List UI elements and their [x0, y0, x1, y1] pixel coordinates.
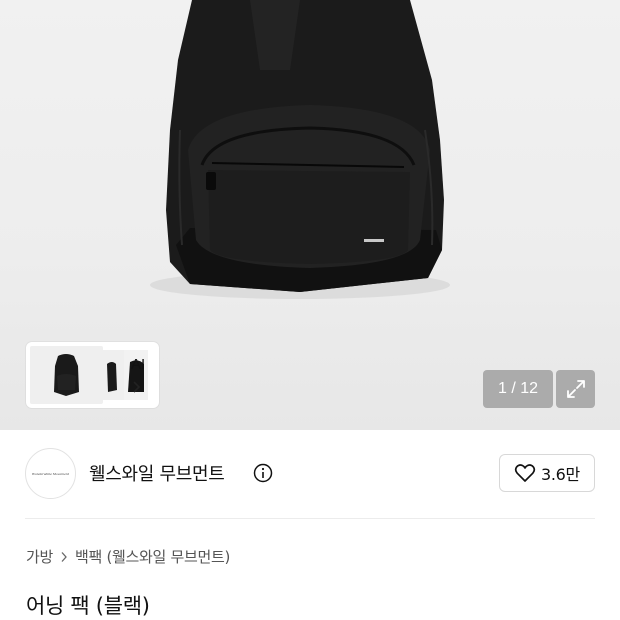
breadcrumb-subcategory[interactable]: 백팩 (웰스와일 무브먼트): [75, 546, 230, 567]
brand-name[interactable]: 웰스와일 무브먼트: [89, 460, 225, 486]
thumbnail-side[interactable]: [102, 350, 126, 400]
ai-label[interactable]: AI: [131, 356, 145, 373]
product-title: 어닝 팩 (블랙): [26, 594, 150, 618]
thumbnail-bag-front-icon: [54, 354, 79, 396]
like-count: 3.6만: [541, 465, 580, 484]
chevron-right-icon[interactable]: [132, 380, 142, 394]
thumbnail-bag-side-icon: [107, 362, 117, 392]
expand-button[interactable]: [556, 370, 595, 408]
breadcrumb-category[interactable]: 가방: [26, 546, 53, 567]
brand-like-button[interactable]: 3.6만: [499, 454, 595, 492]
thumbnail-selected[interactable]: [28, 344, 105, 406]
divider: [25, 518, 595, 519]
breadcrumb: 가방 백팩 (웰스와일 무브먼트): [26, 546, 230, 567]
image-counter: 1 / 12: [483, 370, 553, 408]
brand-logo[interactable]: Wonderwhile Movement: [25, 448, 76, 499]
info-icon[interactable]: [253, 463, 273, 483]
chevron-right-icon: [61, 551, 67, 562]
heart-icon: [514, 464, 536, 482]
brand-logo-text: Wonderwhile Movement: [31, 471, 69, 476]
expand-icon: [566, 380, 585, 398]
thumbnail-strip[interactable]: [26, 342, 159, 408]
